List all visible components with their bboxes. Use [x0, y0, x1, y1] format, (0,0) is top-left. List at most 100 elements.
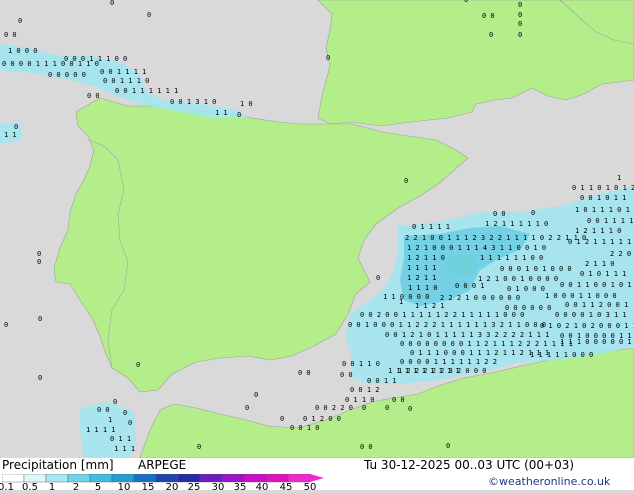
precip-value: 0 — [38, 315, 42, 323]
precip-value: 0 — [38, 374, 42, 382]
precip-value: 0 — [376, 274, 380, 282]
colorbar-label: 1 — [48, 482, 56, 493]
precipitation-map: 0000 01 0 0 00 0 0 1 1 1 0 00 0 0 0 1 1 … — [0, 0, 634, 490]
precip-value: 1 — [617, 174, 621, 182]
precip-value: 0 — [245, 404, 249, 412]
valid-datetime: Tu 30-12-2025 00..03 UTC (00+03) — [364, 458, 575, 472]
precip-value: 1 1 1 1 1 1 0 0 — [480, 254, 543, 262]
precip-value: 0 0 2 2 0 — [315, 404, 353, 412]
precip-value: 0 — [385, 404, 389, 412]
precip-value: 0 0 1 0 0 0 1 1 2 2 2 1 1 1 1 1 1 3 2 1 … — [348, 321, 546, 329]
precip-value: 0 0 1 1 1 1 1 — [587, 217, 634, 225]
precip-value: 1 0 0 0 — [8, 47, 38, 55]
precip-value: 0 0 1 3 1 0 — [170, 98, 216, 106]
precip-value: 0 1 1 0 — [345, 396, 375, 404]
precip-value: 0 0 0 0 1 0 3 1 1 — [555, 311, 627, 319]
precip-value: 0 — [37, 250, 41, 258]
precip-value: 0 1 0 2 1 0 2 0 0 0 1 1 — [540, 322, 634, 330]
precip-value: 0 — [518, 1, 522, 9]
precip-value: 0 0 1 2 — [350, 386, 380, 394]
precip-value: 0 — [518, 20, 522, 28]
precip-value: 2 2 1 0 0 1 1 1 2 3 2 2 1 1 1 1 0 2 2 1 … — [405, 234, 586, 242]
precip-value: 1 1 1 0 — [408, 284, 438, 292]
precip-value: 0 — [326, 54, 330, 62]
precip-value: 0 — [280, 415, 284, 423]
precip-value: 0 0 1 1 — [367, 377, 397, 385]
precip-value: 1 2 1 1 1 1 1 0 — [485, 220, 548, 228]
precip-value: 1 1 1 1 — [86, 426, 116, 434]
precip-value: 0 0 2 0 0 1 1 1 1 1 2 2 1 1 1 1 1 0 0 0 — [360, 311, 524, 319]
precip-value: 1 2 1 0 0 1 0 0 0 0 — [478, 275, 558, 283]
colorbar-label: 45 — [279, 482, 293, 493]
precip-value: 0 0 1 1 0 — [342, 360, 380, 368]
precip-value: 0 — [128, 419, 132, 427]
precip-value: 0 — [136, 361, 140, 369]
precip-value: 0 — [518, 31, 522, 39]
precip-value: 1 1 0 0 0 0 — [383, 293, 429, 301]
precip-value: 0 — [404, 177, 408, 185]
precip-value: 0 — [518, 11, 522, 19]
precip-value: 0 — [464, 0, 468, 4]
precip-value: 1 1 1 1 — [407, 264, 437, 272]
precip-value: 0 — [123, 409, 127, 417]
precip-value: 0 1 2 1 1 1 1 1 — [568, 238, 631, 246]
precip-value: 1 1 2 1 — [415, 302, 445, 310]
colorbar-label: 2 — [72, 482, 80, 493]
precip-value: 0 0 1 1 2 0 0 1 — [565, 301, 628, 309]
precip-value: 1 1 1 — [114, 445, 135, 453]
precip-value: 0 0 — [298, 369, 311, 377]
precip-value: 0 0 1 2 1 0 1 1 1 1 1 3 3 2 2 2 2 1 1 1 — [385, 331, 549, 339]
precip-value: 0 — [362, 404, 366, 412]
precip-value: 0 0 0 0 0 — [48, 71, 86, 79]
precip-value: 0 0 — [392, 396, 405, 404]
precip-value: 0 1 1 0 1 0 1 2 — [572, 184, 634, 192]
precip-value: 0 0 1 1 1 1 — [100, 68, 146, 76]
precip-value: 2 2 0 — [610, 250, 631, 258]
precip-value: 1 1 — [215, 109, 228, 117]
colorbar-label: 40 — [255, 482, 269, 493]
colorbar-label: 5 — [94, 482, 102, 493]
precip-value: 1 0 0 0 1 1 0 0 0 — [545, 292, 617, 300]
colorbar-label: 0.5 — [22, 482, 38, 493]
precip-value: 1 — [399, 298, 403, 306]
precip-value: 1 0 1 1 1 0 1 — [575, 206, 630, 214]
precip-value: 0 — [197, 443, 201, 451]
model-name: ARPEGE — [138, 458, 187, 472]
precip-value: 0 0 1 0 1 1 — [580, 194, 626, 202]
credit-text: ©weatheronline.co.uk — [488, 475, 611, 488]
precip-value: 1 1 1 0 0 0 0 0 1 — [560, 338, 632, 346]
precip-value: 0 1 2 0 0 — [303, 415, 341, 423]
precip-value: 0 — [37, 258, 41, 266]
precip-value: 0 0 0 0 1 1 1 0 0 1 1 0 — [2, 60, 99, 68]
precip-value: 0 — [4, 321, 8, 329]
precip-value: 0 1 1 1 1 — [412, 223, 450, 231]
precip-value: 0 0 — [4, 31, 17, 39]
precip-value: 0 0 — [97, 406, 110, 414]
precip-value: 0 — [254, 391, 258, 399]
precip-value: 0 0 — [340, 371, 353, 379]
colorbar-label: 20 — [165, 482, 179, 493]
precip-value: 0 — [237, 111, 241, 119]
precip-value: 0 0 — [360, 443, 373, 451]
colorbar-label: 0.1 — [0, 482, 14, 493]
colorbar-label: 30 — [211, 482, 225, 493]
precip-value: 0 — [18, 17, 22, 25]
precip-value: 1 2 1 1 0 — [407, 254, 445, 262]
precip-value: 1 2 1 0 0 0 1 1 1 4 3 1 1 0 0 1 0 — [407, 244, 546, 252]
precip-value: 1 2 1 1 — [407, 274, 437, 282]
colorbar-label: 35 — [233, 482, 247, 493]
precip-value: 0 — [446, 442, 450, 450]
precip-value: 0 0 1 1 1 0 — [103, 77, 149, 85]
precip-value: 1 2 2 2 2 2 3 2 0 0 0 — [398, 367, 487, 375]
colorbar-label: 15 — [141, 482, 155, 493]
precip-value: 1 1 1 1 1 0 0 0 — [530, 351, 593, 359]
chart-title: Precipitation [mm] — [2, 458, 114, 472]
precip-value: 1 — [108, 416, 112, 424]
precip-value: 0 0 — [87, 92, 100, 100]
precip-value: 0 — [531, 209, 535, 217]
colorbar-label: 10 — [117, 482, 131, 493]
precip-value: 1 2 1 1 1 0 — [575, 227, 621, 235]
precip-value: 2 2 2 1 0 0 0 0 0 0 — [440, 294, 520, 302]
precip-value: 0 0 0 1 — [455, 282, 485, 290]
precip-value: 0 0 1 0 — [290, 424, 320, 432]
